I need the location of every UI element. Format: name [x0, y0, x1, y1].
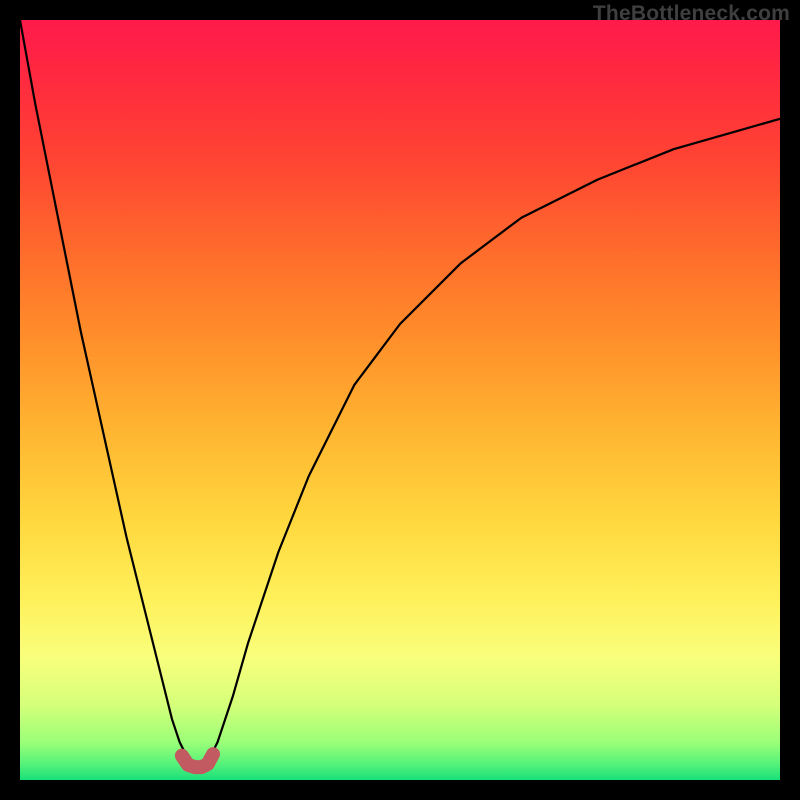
- bottleneck-curve: [20, 20, 780, 765]
- plot-area: [20, 20, 780, 780]
- watermark-text: TheBottleneck.com: [593, 2, 790, 26]
- salient-minimum-marker: [182, 754, 213, 767]
- chart-frame: TheBottleneck.com: [0, 0, 800, 800]
- curve-layer: [20, 20, 780, 780]
